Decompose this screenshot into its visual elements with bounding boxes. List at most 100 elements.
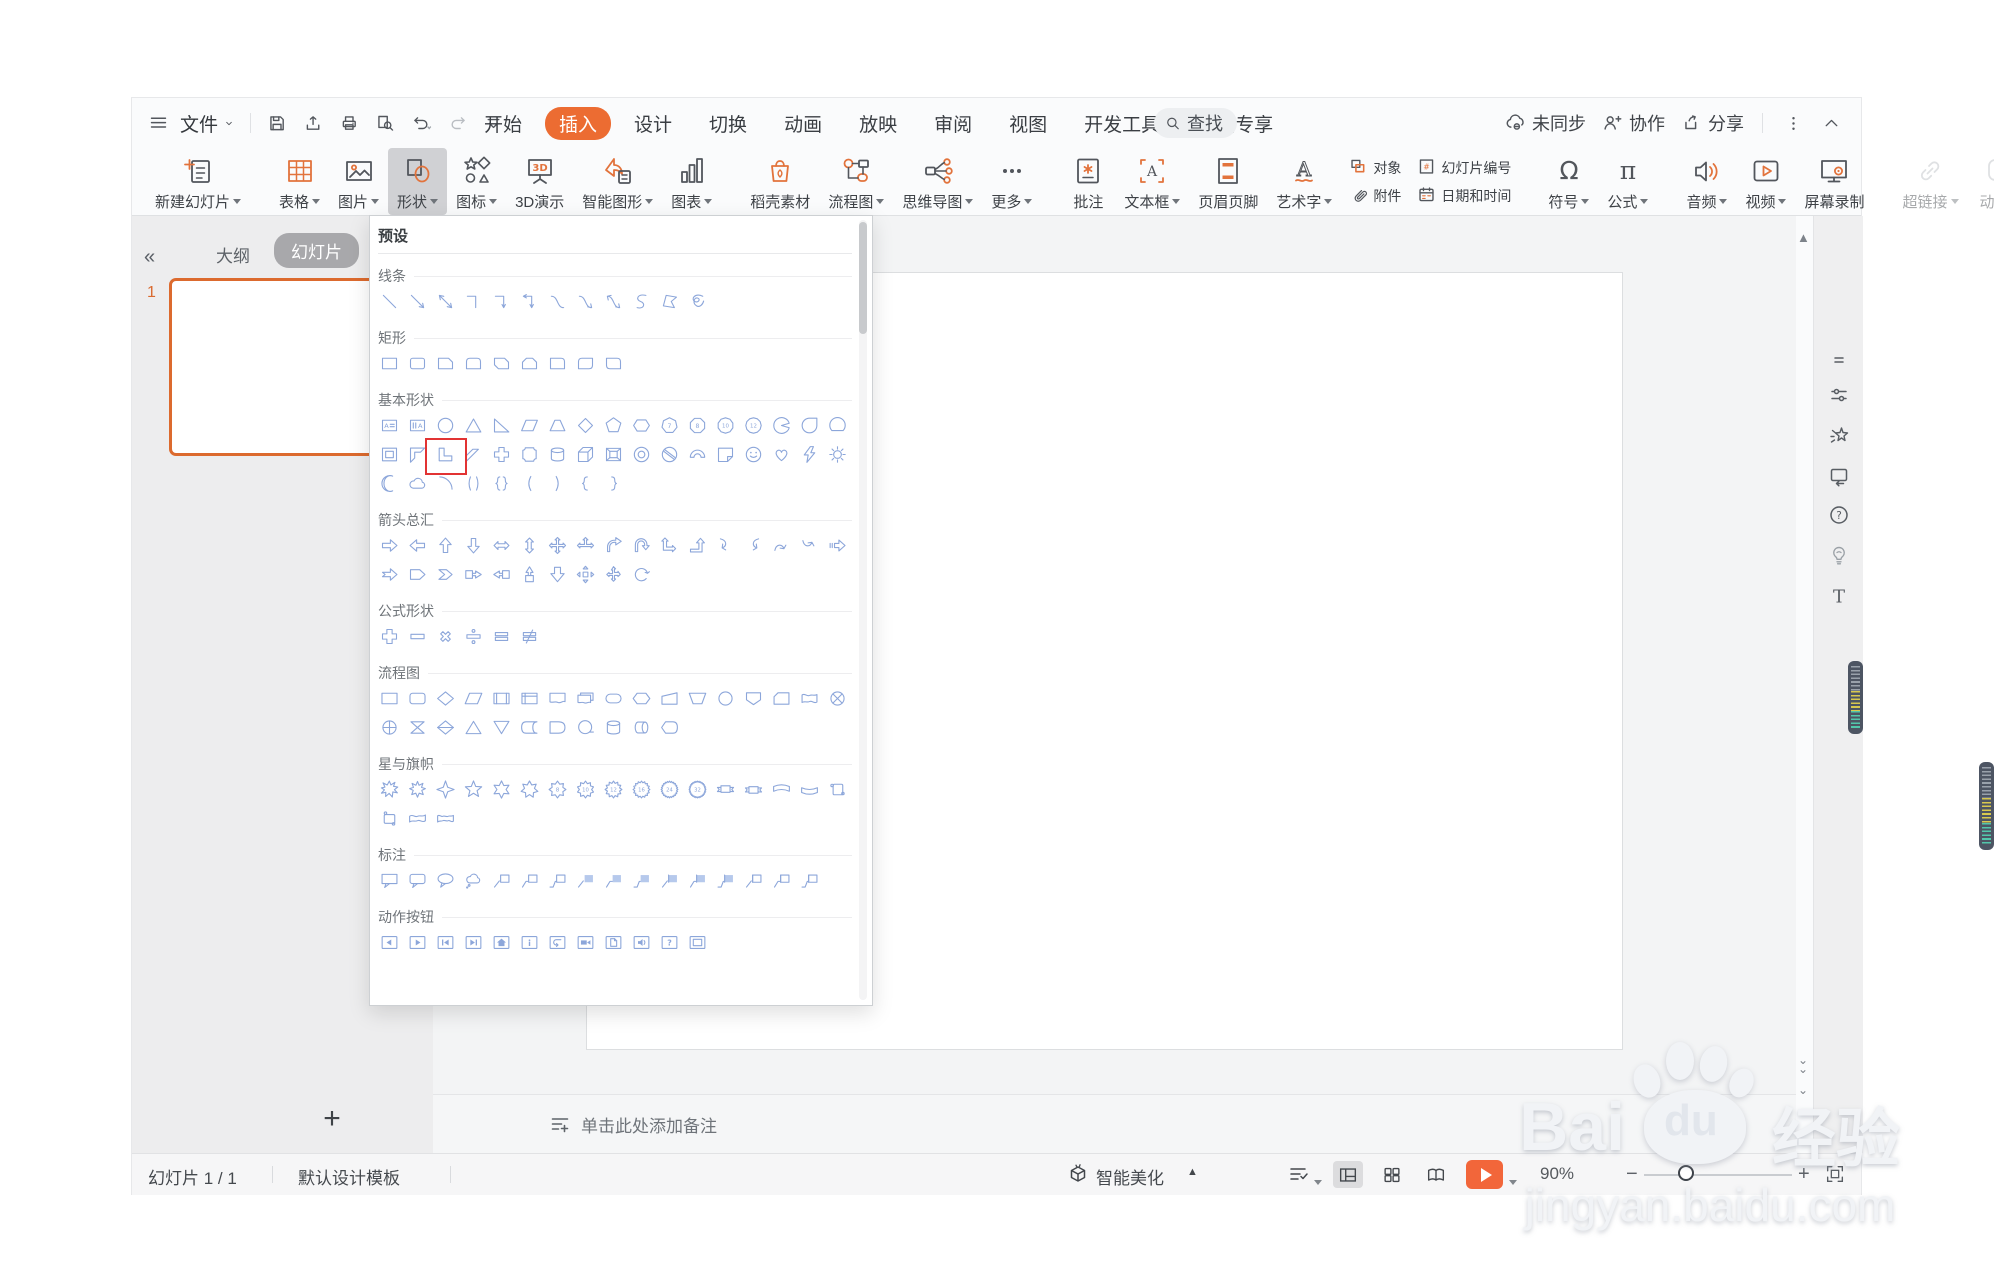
shape-left-arrow-callout[interactable] xyxy=(490,564,512,586)
view-reading-button[interactable] xyxy=(1421,1161,1451,1188)
shape-process[interactable] xyxy=(378,688,400,710)
shape-multiply[interactable] xyxy=(434,626,456,648)
shape-elbow-arrow[interactable] xyxy=(490,291,512,313)
shape-terminator[interactable] xyxy=(602,688,624,710)
shape-scribble[interactable] xyxy=(686,291,708,313)
menu-tab-设计[interactable]: 设计 xyxy=(620,107,686,140)
beautify-button[interactable]: 智能美化 xyxy=(1096,1164,1164,1189)
view-slide-sorter-button[interactable] xyxy=(1377,1161,1407,1188)
shape-hexagon[interactable] xyxy=(630,415,652,437)
shape-action-beginning[interactable] xyxy=(434,932,456,954)
zoom-level[interactable]: 90% xyxy=(1540,1164,1574,1184)
shape-arrow-up[interactable] xyxy=(434,535,456,557)
scroll-up-icon[interactable]: ▲ xyxy=(1797,230,1810,245)
shape-border-callout-2[interactable] xyxy=(770,870,792,892)
shape-punched-tape[interactable] xyxy=(798,688,820,710)
toolbar-item-页眉页脚[interactable]: 页眉页脚 xyxy=(1189,148,1267,215)
shape-star-32[interactable]: 32 xyxy=(686,779,708,801)
shape-curved-down-arrow[interactable] xyxy=(798,535,820,557)
shape-lightning[interactable] xyxy=(798,444,820,466)
shape-star-6[interactable] xyxy=(490,779,512,801)
right-strip-magic-icon[interactable] xyxy=(1827,423,1851,447)
shape-decagon[interactable]: 10 xyxy=(714,415,736,437)
fit-to-window-icon[interactable] xyxy=(1824,1163,1846,1185)
shape-summing-junction[interactable] xyxy=(826,688,848,710)
shape-isosceles-triangle[interactable] xyxy=(462,415,484,437)
menu-tab-放映[interactable]: 放映 xyxy=(845,107,911,140)
shape-snip-same-side[interactable] xyxy=(518,353,540,375)
shape-teardrop[interactable] xyxy=(798,415,820,437)
shape-double-brace[interactable] xyxy=(490,473,512,495)
shape-round-same-side[interactable] xyxy=(462,353,484,375)
shape-star-16[interactable]: 16 xyxy=(630,779,652,801)
shape-right-triangle[interactable] xyxy=(490,415,512,437)
shape-border-callout-1[interactable] xyxy=(742,870,764,892)
menu-tab-切换[interactable]: 切换 xyxy=(695,107,761,140)
shape-heart[interactable] xyxy=(770,444,792,466)
shape-alternate-process[interactable] xyxy=(406,688,428,710)
collaborate-button[interactable]: 协作 xyxy=(1600,110,1665,136)
tab-outline[interactable]: 大纲 xyxy=(216,242,250,267)
toolbar-item-艺术字[interactable]: A 艺术字 xyxy=(1267,148,1341,215)
shape-arrow-down[interactable] xyxy=(462,535,484,557)
toolbar-item-更多[interactable]: 更多 xyxy=(982,148,1041,215)
shape-smiley[interactable] xyxy=(742,444,764,466)
shape-pentagon[interactable] xyxy=(602,415,624,437)
shape-rect-callout[interactable] xyxy=(378,870,400,892)
shape-multidocument[interactable] xyxy=(574,688,596,710)
scroll-double-down-icon[interactable]: ⌄ ⌄ xyxy=(1798,1054,1808,1075)
shape-pentagon-arrow[interactable] xyxy=(406,564,428,586)
shape-u-turn-arrow[interactable] xyxy=(630,535,652,557)
shape-round-diagonal[interactable] xyxy=(574,353,596,375)
shape-snip-corner[interactable] xyxy=(434,353,456,375)
shape-plus[interactable] xyxy=(378,626,400,648)
right-strip-grip-icon[interactable] xyxy=(1827,348,1851,372)
shape-l-shape[interactable] xyxy=(425,437,467,475)
shape-quad-arrow-callout[interactable] xyxy=(574,564,596,586)
shape-horizontal-scroll[interactable] xyxy=(378,808,400,830)
shape-internal-storage[interactable] xyxy=(518,688,540,710)
right-strip-bulb-icon[interactable] xyxy=(1827,543,1851,567)
shape-star-8[interactable]: 8 xyxy=(546,779,568,801)
shape-cross[interactable] xyxy=(490,444,512,466)
slideshow-play-button[interactable] xyxy=(1466,1160,1503,1189)
shape-star-24[interactable]: 24 xyxy=(658,779,680,801)
save-icon[interactable] xyxy=(265,111,289,135)
shape-sequential-access[interactable] xyxy=(574,717,596,739)
right-strip-help-icon[interactable]: ? xyxy=(1827,503,1851,527)
shape-notched-right-arrow[interactable] xyxy=(378,564,400,586)
shape-curved-ribbon-2[interactable] xyxy=(798,779,820,801)
search-button[interactable]: 查找 xyxy=(1154,108,1237,138)
shape-round-single[interactable] xyxy=(546,353,568,375)
shape-left-bracket[interactable] xyxy=(518,473,540,495)
shape-merge[interactable] xyxy=(490,717,512,739)
toolbar-item-文本框[interactable]: A 文本框 xyxy=(1115,148,1189,215)
shape-line[interactable] xyxy=(378,291,400,313)
shape-action-sound[interactable] xyxy=(630,932,652,954)
shape-accent-callout-3[interactable] xyxy=(630,870,652,892)
shape-rect[interactable] xyxy=(378,353,400,375)
toolbar-item-屏幕录制[interactable]: 屏幕录制 xyxy=(1795,148,1873,215)
menu-tab-动画[interactable]: 动画 xyxy=(770,107,836,140)
menu-tab-开始[interactable]: 开始 xyxy=(470,107,536,140)
side-widget-pill[interactable] xyxy=(1848,661,1863,734)
shape-diamond[interactable] xyxy=(574,415,596,437)
share-button[interactable]: 分享 xyxy=(1679,110,1744,136)
toolbar-item-符号[interactable]: Ω 符号 xyxy=(1539,148,1598,215)
shape-star-7[interactable] xyxy=(518,779,540,801)
shape-can[interactable] xyxy=(546,444,568,466)
shape-vertical-scroll[interactable] xyxy=(826,779,848,801)
zoom-in-button[interactable]: + xyxy=(1798,1163,1810,1186)
shape-arrow-lru[interactable] xyxy=(574,535,596,557)
shape-curved-ribbon[interactable] xyxy=(770,779,792,801)
shape-star-5[interactable] xyxy=(462,779,484,801)
shape-action-return[interactable] xyxy=(546,932,568,954)
shape-cloud[interactable] xyxy=(406,473,428,495)
shape-folded-corner[interactable] xyxy=(714,444,736,466)
right-strip-text-t-icon[interactable]: T xyxy=(1827,584,1851,608)
toolbar-item-幻灯片编号[interactable]: # 幻灯片编号 xyxy=(1417,157,1511,179)
toolbar-item-音频[interactable]: 音频 xyxy=(1677,148,1736,215)
sidebar-collapse-button[interactable]: « xyxy=(144,246,155,269)
toolbar-item-稻壳素材[interactable]: 稻壳素材 xyxy=(741,148,819,215)
note-list-icon[interactable] xyxy=(1287,1162,1311,1186)
